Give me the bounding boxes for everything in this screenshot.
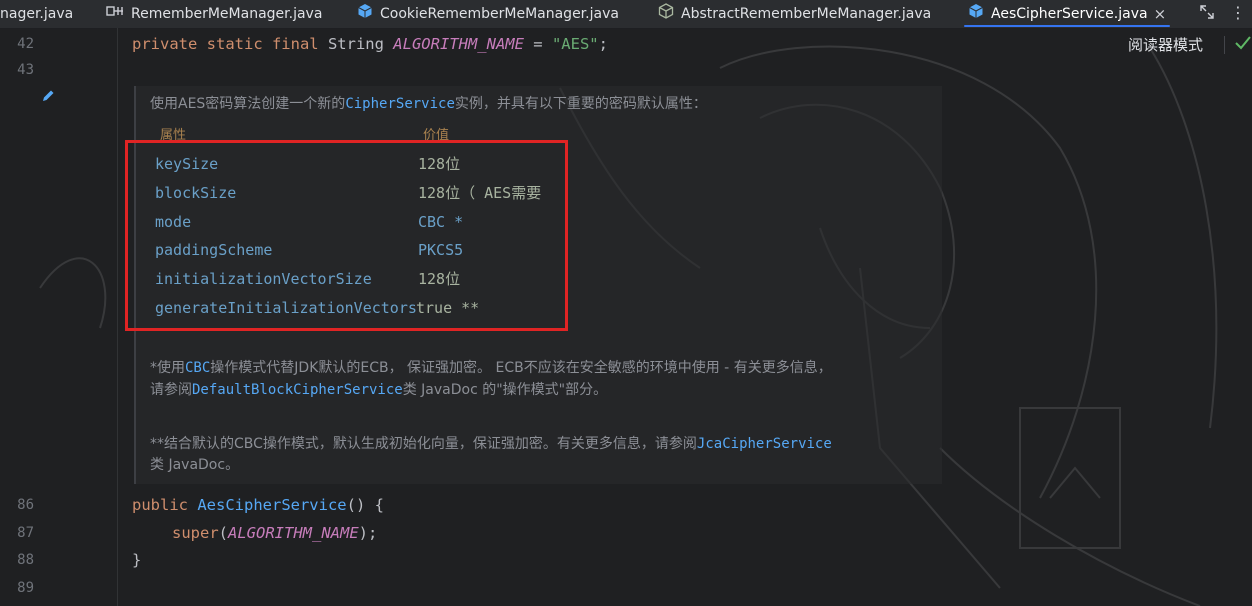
close-tab-icon[interactable]: ×: [1154, 4, 1167, 24]
line-number: 43: [17, 62, 34, 78]
edit-doc-icon[interactable]: [40, 88, 56, 108]
code-line-88: }: [132, 551, 142, 569]
code-line-42: private static final String ALGORITHM_NA…: [132, 35, 608, 53]
line-number: 87: [17, 525, 34, 541]
doc-note-cbc-ref: 请参阅DefaultBlockCipherService类 JavaDoc 的"…: [150, 382, 608, 398]
line-number: 86: [17, 497, 34, 513]
line-number: 89: [17, 580, 34, 596]
code-line-87: super(ALGORITHM_NAME);: [172, 524, 378, 542]
check-icon[interactable]: [1234, 34, 1252, 56]
more-tabs-icon[interactable]: ⋮: [1230, 3, 1246, 22]
tab-aes-cipher-service[interactable]: AesCipherService.java ×: [963, 0, 1171, 28]
line-number: 88: [17, 552, 34, 568]
interface-icon: [106, 4, 124, 24]
tab-label: AbstractRememberMeManager.java: [681, 6, 932, 22]
editor-tab-bar: nager.java RememberMeManager.java Cookie…: [0, 0, 1252, 29]
red-highlight-box: [125, 140, 568, 331]
doc-note-iv: **结合默认的CBC操作模式，默认生成初始化向量，保证强加密。有关更多信息，请参…: [150, 436, 832, 452]
divider: [1224, 36, 1225, 54]
tab-remember-me-manager[interactable]: RememberMeManager.java: [106, 0, 322, 28]
expand-icon[interactable]: [1198, 3, 1216, 25]
doc-intro: 使用AES密码算法创建一个新的CipherService实例，并具有以下重要的密…: [150, 96, 707, 112]
tab-label: CookieRememberMeManager.java: [380, 6, 619, 22]
tab-cookie-remember-me-manager[interactable]: CookieRememberMeManager.java: [357, 0, 619, 28]
tab-label: RememberMeManager.java: [131, 6, 323, 22]
code-line-86: public AesCipherService() {: [132, 496, 384, 514]
doc-note-cbc: *使用CBC操作模式代替JDK默认的ECB， 保证强加密。 ECB不应该在安全敏…: [150, 360, 832, 376]
tab-label: AesCipherService.java: [991, 6, 1148, 22]
doc-note-iv-tail: 类 JavaDoc。: [150, 457, 240, 473]
tab-nager-java[interactable]: nager.java: [0, 0, 73, 28]
link-default-block-cipher-service[interactable]: DefaultBlockCipherService: [192, 382, 403, 398]
gutter-divider: [117, 28, 118, 606]
tab-abstract-remember-me-manager[interactable]: AbstractRememberMeManager.java: [658, 0, 931, 28]
class-icon: [357, 3, 373, 25]
abstract-class-icon: [658, 3, 674, 25]
tab-label: nager.java: [0, 6, 74, 22]
class-icon: [968, 3, 984, 25]
line-number: 42: [17, 36, 34, 52]
reader-mode-toggle[interactable]: 阅读器模式: [1128, 34, 1203, 55]
link-jca-cipher-service[interactable]: JcaCipherService: [697, 436, 832, 452]
